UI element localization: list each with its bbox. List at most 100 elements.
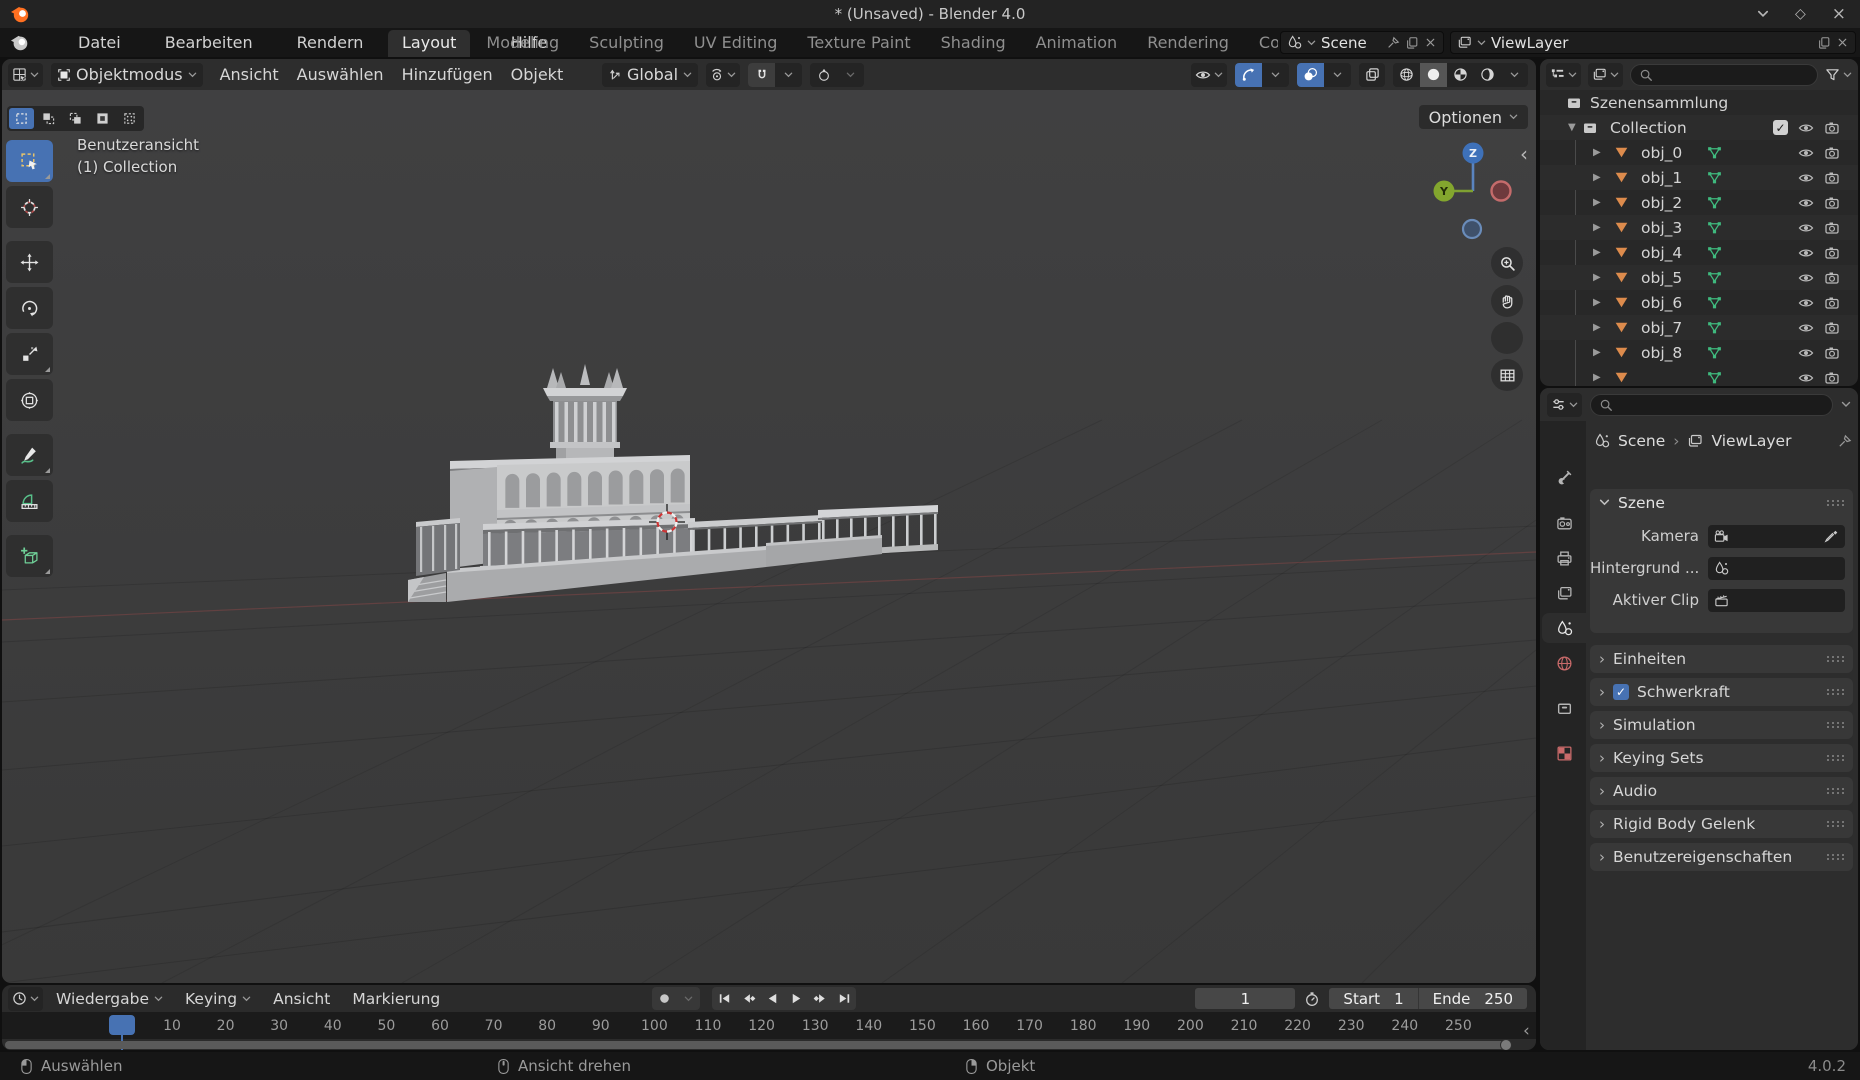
sidebar-collapse-arrow[interactable]: ‹ [1520, 142, 1528, 166]
expand-caret-icon[interactable]: ▶ [1593, 265, 1601, 290]
expand-caret-icon[interactable]: ▶ [1593, 290, 1601, 315]
tool-select-button[interactable] [6, 140, 53, 182]
menu-datei[interactable]: Datei [64, 30, 135, 55]
navigation-gizmo[interactable]: Z Y [1423, 141, 1523, 241]
tab-shading[interactable]: Shading [927, 30, 1020, 57]
shading-rendered-button[interactable] [1474, 63, 1501, 87]
display-mode-dropdown[interactable] [1546, 63, 1581, 87]
shading-wireframe-button[interactable] [1393, 63, 1420, 87]
pivot-point-dropdown[interactable] [706, 63, 740, 87]
disable-render-camera-icon[interactable] [1824, 165, 1840, 190]
outliner-row-obj-6[interactable]: ▶ obj_6 [1540, 290, 1858, 315]
menu-bearbeiten[interactable]: Bearbeiten [151, 30, 267, 55]
outliner-row-obj-1[interactable]: ▶ obj_1 [1540, 165, 1858, 190]
select-mode-extend[interactable] [36, 108, 61, 129]
viewport-menu-hinzuf-gen[interactable]: Hinzufügen [393, 65, 502, 84]
gizmo-dropdown[interactable] [1262, 63, 1289, 87]
shading-dropdown[interactable] [1501, 63, 1528, 87]
outliner-row-collection[interactable]: ▼ Collection ✓ [1540, 115, 1858, 140]
field-kamera-input[interactable] [1708, 525, 1845, 548]
tab-sculpting[interactable]: Sculpting [575, 30, 678, 57]
tab-tool-tab[interactable] [1542, 462, 1586, 492]
hide-eye-icon[interactable] [1798, 340, 1814, 365]
editor-type-button[interactable] [1547, 393, 1582, 417]
timeline-ruler[interactable]: 1020304050607080901001101201301401501601… [2, 1012, 1536, 1039]
outliner-row-obj-7[interactable]: ▶ obj_7 [1540, 315, 1858, 340]
tab-scene-tab[interactable] [1542, 613, 1586, 643]
tool-annotate-button[interactable] [6, 434, 53, 476]
expand-caret-icon[interactable]: ▶ [1593, 340, 1601, 365]
tool-measure-button[interactable] [6, 480, 53, 522]
new-copy-icon[interactable] [1817, 36, 1831, 50]
viewport-menu-objekt[interactable]: Objekt [502, 65, 573, 84]
scrollbar-thumb[interactable] [5, 1041, 1510, 1049]
start-frame-field[interactable]: Start 1 [1329, 988, 1417, 1009]
building-model[interactable] [390, 352, 970, 612]
outliner-row-partial[interactable]: ▶ [1540, 365, 1858, 386]
panel-einheiten[interactable]: › Einheiten [1590, 645, 1853, 673]
scrollbar-zoom-handle[interactable] [1500, 1039, 1512, 1050]
close-icon[interactable] [1424, 36, 1437, 49]
select-mode-intersect[interactable] [117, 108, 142, 129]
panel-benutzereigenschaften[interactable]: › Benutzereigenschaften [1590, 843, 1853, 871]
pin-icon[interactable] [1837, 434, 1852, 449]
select-mode-set[interactable] [9, 108, 34, 129]
hide-eye-icon[interactable] [1798, 165, 1814, 190]
expand-caret-icon[interactable]: ▶ [1593, 190, 1601, 215]
outliner-row-obj-8[interactable]: ▶ obj_8 [1540, 340, 1858, 365]
tab-animation[interactable]: Animation [1022, 30, 1132, 57]
record-button[interactable] [652, 987, 676, 1010]
timeline-menu-markierung[interactable]: Markierung [343, 987, 449, 1011]
disable-render-camera-icon[interactable] [1824, 265, 1840, 290]
window-maximize-icon[interactable]: ◇ [1795, 6, 1806, 22]
drag-grip-icon[interactable] [1826, 687, 1844, 697]
xray-toggle[interactable] [1359, 63, 1385, 87]
snap-settings-dropdown[interactable] [775, 63, 802, 87]
expand-caret-icon[interactable]: ▶ [1593, 215, 1601, 240]
hide-eye-icon[interactable] [1798, 115, 1814, 140]
hide-eye-icon[interactable] [1798, 190, 1814, 215]
key-next-button[interactable] [808, 987, 832, 1010]
viewlayer-selector[interactable]: ViewLayer [1450, 31, 1856, 54]
hide-eye-icon[interactable] [1798, 240, 1814, 265]
chevron-down-icon[interactable] [1841, 401, 1851, 408]
tab-layout[interactable]: Layout [388, 30, 470, 57]
breadcrumb-scene[interactable]: Scene [1618, 432, 1665, 450]
drag-grip-icon[interactable] [1826, 720, 1844, 730]
drag-grip-icon[interactable] [1826, 498, 1844, 508]
blender-app-menu-icon[interactable] [10, 33, 29, 52]
tab-viewlayer-tab[interactable] [1542, 578, 1586, 608]
filter-dropdown[interactable] [1825, 67, 1852, 82]
tool-move-button[interactable] [6, 241, 53, 283]
drag-grip-icon[interactable] [1826, 786, 1844, 796]
pin-icon[interactable] [1386, 36, 1400, 50]
collection-checkbox[interactable]: ✓ [1773, 115, 1788, 140]
filter-id-dropdown[interactable] [1588, 63, 1623, 87]
outliner-row-scene-collection[interactable]: Szenensammlung [1540, 90, 1858, 115]
viewport-menu-ansicht[interactable]: Ansicht [211, 65, 288, 84]
disable-render-camera-icon[interactable] [1824, 190, 1840, 215]
disable-render-camera-icon[interactable] [1824, 215, 1840, 240]
play-rev-button[interactable] [760, 987, 784, 1010]
tool-scale-button[interactable] [6, 333, 53, 375]
current-frame-field[interactable]: 1 [1194, 987, 1296, 1010]
nav-grid-button[interactable] [1491, 359, 1523, 391]
hide-eye-icon[interactable] [1798, 365, 1814, 386]
field-hintergrund-input[interactable] [1708, 557, 1845, 580]
select-mode-invert[interactable] [90, 108, 115, 129]
outliner-row-obj-4[interactable]: ▶ obj_4 [1540, 240, 1858, 265]
keying-dropdown[interactable] [676, 987, 700, 1010]
panel-keying-sets[interactable]: › Keying Sets [1590, 744, 1853, 772]
disable-render-camera-icon[interactable] [1824, 340, 1840, 365]
end-frame-field[interactable]: Ende 250 [1418, 988, 1527, 1009]
outliner-search-input[interactable] [1630, 64, 1818, 86]
show-gizmo-toggle[interactable] [1235, 63, 1262, 87]
transform-orientation-dropdown[interactable]: Global [602, 63, 698, 87]
panel-schwerkraft[interactable]: › ✓ Schwerkraft [1590, 678, 1853, 706]
nav-zoom-button[interactable] [1491, 247, 1523, 279]
stopwatch-icon[interactable] [1304, 991, 1320, 1007]
disable-render-camera-icon[interactable] [1824, 240, 1840, 265]
disable-render-camera-icon[interactable] [1824, 290, 1840, 315]
disable-render-camera-icon[interactable] [1824, 365, 1840, 386]
drag-grip-icon[interactable] [1826, 654, 1844, 664]
